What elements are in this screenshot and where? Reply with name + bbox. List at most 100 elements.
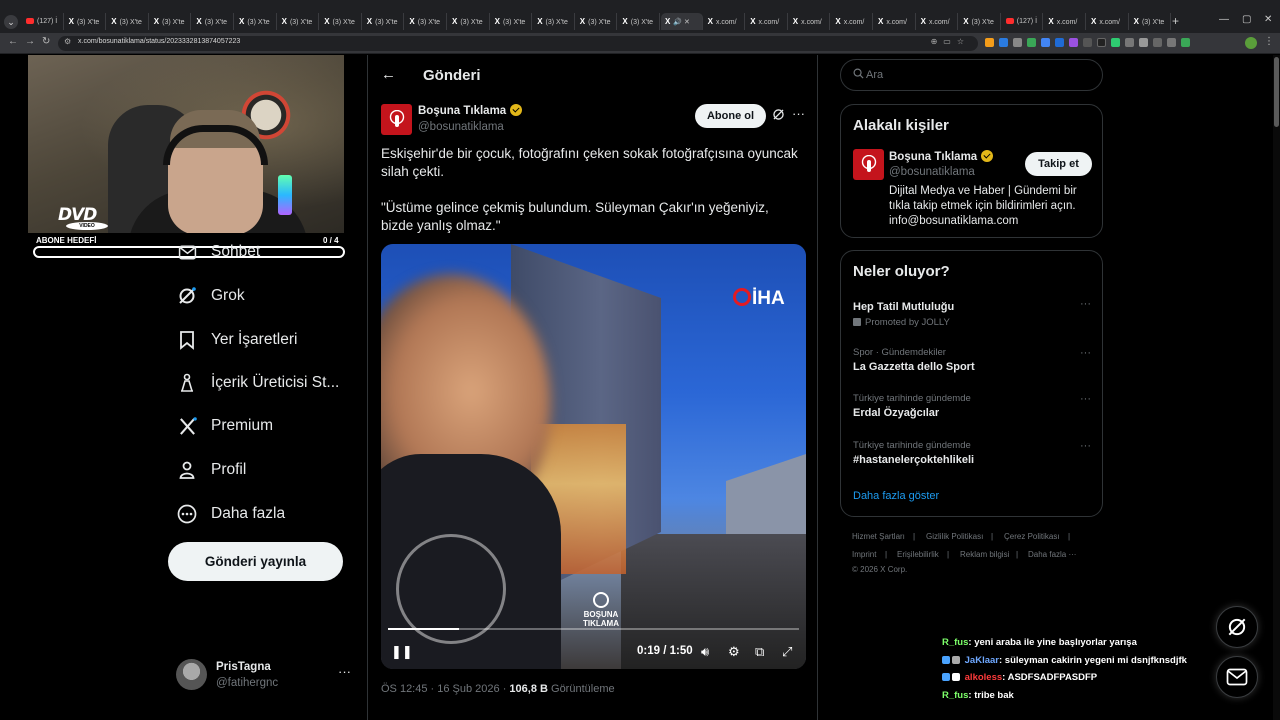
chat-username[interactable]: alkoless [965,672,1003,683]
settings-gear-icon[interactable]: ⚙ [728,644,740,660]
volume-icon[interactable]: 🔊︎ [701,644,709,660]
browser-tab[interactable]: Xx.com/ [874,13,916,30]
chat-username[interactable]: JaKlaar [965,655,999,666]
back-arrow-icon[interactable]: ← [381,66,396,83]
related-handle[interactable]: @bosunatiklama [889,166,975,178]
new-tab-button[interactable]: + [1172,14,1179,28]
chat-username[interactable]: R_fus [942,637,968,648]
browser-tab[interactable]: Xx.com/ [917,13,959,30]
show-more-link[interactable]: Daha fazla göster [853,490,939,502]
video-progress-bar[interactable] [388,628,799,630]
browser-tab[interactable]: Xx.com/ [746,13,788,30]
browser-tab[interactable]: Xx.com/ [704,13,746,30]
browser-tab[interactable]: X (3) X'te [65,13,107,30]
pip-icon[interactable]: ⧉ [755,644,764,660]
trend-item[interactable]: Türkiye tarihinde gündemde #hastanelerço… [853,440,1091,466]
extension-icon[interactable] [1139,38,1148,47]
nav-item-grok[interactable]: Grok [176,283,245,309]
extension-icon[interactable] [1167,38,1176,47]
extension-icon[interactable] [1055,38,1064,47]
extension-icon[interactable] [1069,38,1078,47]
trend-item[interactable]: Türkiye tarihinde gündemde Erdal Özyağcı… [853,393,1091,419]
browser-tab[interactable]: X 🔊 ✕ [661,13,703,30]
nav-item-premium[interactable]: Premium [176,413,273,439]
browser-tab[interactable]: X (3) X'te [959,13,1001,30]
tweet-video-player[interactable]: İHA BOŞUNA TIKLAMA ❚❚ 0:19 / 1:50 🔊︎ ⚙ ⧉… [381,244,806,669]
browser-tab[interactable]: Xx.com/ [789,13,831,30]
browser-tab[interactable]: X (3) X'te [192,13,234,30]
trend-more-icon[interactable]: ··· [1080,298,1091,310]
post-button[interactable]: Gönderi yayınla [168,542,343,581]
browser-tab[interactable]: (127) İ [1002,13,1044,30]
author-name-row[interactable]: Boşuna Tıklama [418,104,523,117]
forward-icon[interactable]: → [25,36,35,47]
site-info-icon[interactable]: ⚙ [64,37,71,46]
close-window-icon[interactable]: ✕ [1264,14,1272,25]
browser-tab[interactable]: X (3) X'te [278,13,320,30]
maximize-icon[interactable]: ▢ [1242,14,1251,25]
pause-icon[interactable]: ❚❚ [391,644,413,660]
browser-tab[interactable]: X (3) X'te [1130,13,1172,30]
footer-link[interactable]: Daha fazla ··· [1028,550,1076,559]
extension-icon[interactable] [1181,38,1190,47]
extension-icon[interactable] [1041,38,1050,47]
browser-tab[interactable]: X (3) X'te [235,13,277,30]
tweet-more-icon[interactable]: ··· [792,106,805,121]
footer-link[interactable]: Çerez Politikası [1004,532,1060,541]
browser-tab[interactable]: X (3) X'te [533,13,575,30]
messages-fab[interactable] [1216,656,1258,698]
footer-link[interactable]: Gizlilik Politikası [926,532,983,541]
trend-item[interactable]: Spor · Gündemdekiler La Gazzetta dello S… [853,347,1091,373]
footer-link[interactable]: Erişilebilirlik [897,550,939,559]
nav-item-i-erik-reticisi-st[interactable]: İçerik Üreticisi St... [176,370,339,396]
browser-tab[interactable]: X (3) X'te [448,13,490,30]
nav-item-yer-i-aretleri[interactable]: Yer İşaretleri [176,327,297,353]
follow-button[interactable]: Takip et [1025,152,1092,176]
browser-tab[interactable]: X (3) X'te [150,13,192,30]
browser-tab[interactable]: X (3) X'te [618,13,660,30]
extension-icon[interactable] [985,38,994,47]
subscribe-button[interactable]: Abone ol [695,104,766,128]
footer-link[interactable]: Hizmet Şartları [852,532,905,541]
minimize-icon[interactable]: — [1219,14,1229,25]
trend-more-icon[interactable]: ··· [1080,393,1091,405]
browser-tab[interactable]: X (3) X'te [107,13,149,30]
trend-item[interactable]: Hep Tatil Mutluluğu Promoted by JOLLY ··… [853,298,1091,328]
author-avatar[interactable] [381,104,412,135]
nav-item-sohbet[interactable]: Sohbet [176,239,260,265]
related-name-row[interactable]: Boşuna Tıklama [889,150,994,163]
account-more-icon[interactable]: ··· [338,664,351,679]
tab-search-button[interactable]: ⌄ [4,15,18,29]
extension-icon[interactable] [1125,38,1134,47]
grok-explain-icon[interactable] [772,108,785,124]
fullscreen-icon[interactable]: ⤢ [782,644,792,660]
chat-username[interactable]: R_fus [942,690,968,701]
extension-icon[interactable] [1013,38,1022,47]
nav-item-daha-fazla[interactable]: Daha fazla [176,501,285,527]
account-switcher[interactable]: PrisTagna @fatihergnc ··· [176,659,356,691]
back-icon[interactable]: ← [8,36,18,47]
browser-tab[interactable]: X (3) X'te [491,13,533,30]
footer-link[interactable]: Imprint [852,550,876,559]
trend-more-icon[interactable]: ··· [1080,440,1091,452]
tweet-timestamp[interactable]: ÖS 12:45 · 16 Şub 2026 · [381,683,509,695]
extension-icon[interactable] [999,38,1008,47]
browser-tab[interactable]: Xx.com/ [1087,13,1129,30]
browser-menu-icon[interactable]: ⋮ [1264,36,1274,47]
extension-icon[interactable] [1083,38,1092,47]
reload-icon[interactable]: ↻ [42,36,50,47]
related-avatar[interactable] [853,149,884,180]
footer-link[interactable]: Reklam bilgisi [960,550,1009,559]
browser-tab[interactable]: X (3) X'te [320,13,362,30]
browser-tab[interactable]: (127) İ [22,13,64,30]
extension-icon[interactable] [1111,38,1120,47]
omnibox-actions[interactable]: ⊕▭☆ [931,37,970,46]
address-bar[interactable]: ⚙ x.com/bosunatiklama/status/20233328138… [58,36,978,51]
browser-tab[interactable]: Xx.com/ [1044,13,1086,30]
browser-tab[interactable]: X (3) X'te [405,13,447,30]
extension-icon[interactable] [1027,38,1036,47]
extensions-puzzle-icon[interactable] [1153,38,1162,47]
browser-tab[interactable]: X (3) X'te [576,13,618,30]
trend-more-icon[interactable]: ··· [1080,347,1091,359]
browser-tab[interactable]: X (3) X'te [363,13,405,30]
